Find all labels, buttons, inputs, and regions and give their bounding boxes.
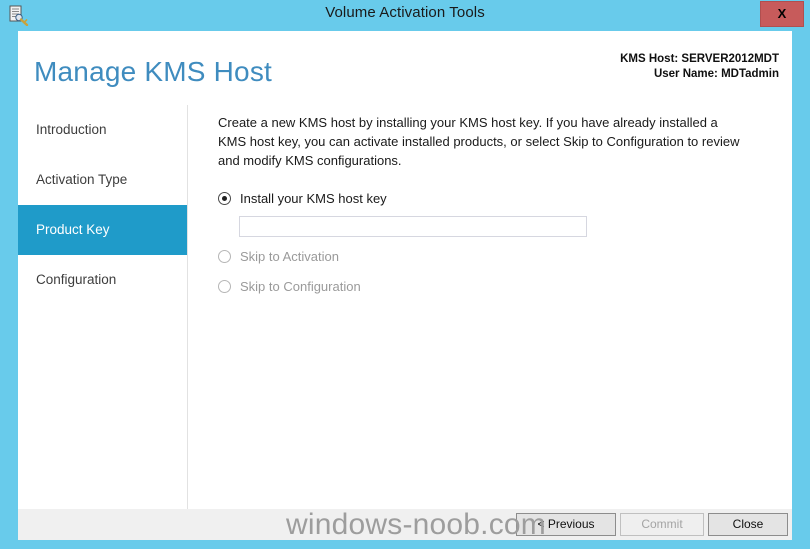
sidebar-item-configuration[interactable]: Configuration — [18, 255, 188, 305]
main-pane: Manage KMS Host KMS Host: SERVER2012MDT … — [18, 31, 792, 531]
kms-host-label: KMS Host: SERVER2012MDT — [620, 53, 779, 65]
header-info: KMS Host: SERVER2012MDT User Name: MDTad… — [620, 52, 779, 82]
sidebar-item-introduction[interactable]: Introduction — [18, 105, 188, 155]
footer-bar: < Previous Commit Close — [18, 509, 792, 540]
option-skip-to-configuration-label: Skip to Configuration — [240, 279, 361, 294]
close-window-button[interactable]: X — [760, 1, 804, 27]
close-button[interactable]: Close — [708, 513, 788, 536]
option-skip-to-activation[interactable]: Skip to Activation — [218, 249, 339, 264]
sidebar-item-activation-type[interactable]: Activation Type — [18, 155, 188, 205]
radio-skip-to-activation-icon[interactable] — [218, 250, 231, 263]
radio-install-kms-host-key-icon[interactable] — [218, 192, 231, 205]
content-area: Create a new KMS host by installing your… — [218, 113, 758, 294]
volume-activation-tools-window: Volume Activation Tools X Manage KMS Hos… — [0, 0, 810, 549]
user-name-label: User Name: MDTadmin — [653, 68, 779, 80]
commit-button: Commit — [620, 513, 704, 536]
radio-skip-to-configuration-icon[interactable] — [218, 280, 231, 293]
title-bar: Volume Activation Tools X — [0, 0, 810, 31]
kms-host-key-input[interactable] — [239, 216, 587, 237]
option-install-kms-host-key[interactable]: Install your KMS host key — [218, 191, 387, 206]
option-skip-to-configuration[interactable]: Skip to Configuration — [218, 279, 361, 294]
option-install-kms-host-key-label: Install your KMS host key — [240, 191, 387, 206]
sidebar-divider — [187, 105, 188, 509]
sidebar-item-product-key-management[interactable]: Product Key Management — [18, 205, 188, 287]
page-title: Manage KMS Host — [34, 56, 272, 87]
wizard-step-sidebar: Introduction Activation Type Product Key… — [18, 105, 188, 509]
option-skip-to-activation-label: Skip to Activation — [240, 249, 339, 264]
previous-button[interactable]: < Previous — [516, 513, 616, 536]
window-title: Volume Activation Tools — [325, 4, 485, 21]
description-text: Create a new KMS host by installing your… — [218, 115, 740, 168]
